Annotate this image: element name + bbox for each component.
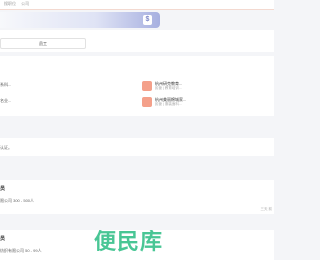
job-posted-time: 三天 前 [260,207,272,211]
job-title[interactable]: 员 [0,185,5,192]
company-card[interactable]: 杭州研克教育... 民营 | 教育培训... [142,81,232,93]
company-left-item[interactable]: 系科... [0,82,11,88]
job-title[interactable]: 员 [0,235,5,242]
nav-link-jobs[interactable]: 搜职位 [4,1,16,6]
filter-panel: 员工 [0,30,274,52]
company-info: 民营 | 教育培训... [155,86,182,90]
company-logo [142,81,152,91]
job-card[interactable]: 员 限公司 300 - 500人 三天 前 [0,180,274,214]
company-card[interactable]: 杭州美丽棉城家... 民营 | 服装面料... [142,97,232,109]
job-company-meta: 限公司 300 - 500人 [0,198,35,203]
nav-link-companies[interactable]: 公司 [21,1,29,6]
site-watermark-logo: 便民库 [94,230,164,255]
verification-note: 认证。 [0,138,274,156]
note-text: 认证。 [0,145,12,150]
company-logo [142,97,152,107]
company-list: 系科... 名业... 杭州研克教育... 民营 | 教育培训... 杭州美丽棉… [0,56,274,116]
top-navigation-bar: 搜职位 公司 [0,0,274,10]
promo-banner[interactable]: $ [0,12,160,28]
job-company-meta: 纺织有限公司 50 - 99人 [0,248,42,253]
company-left-item[interactable]: 名业... [0,98,11,104]
company-info: 民营 | 服装面料... [155,102,182,106]
coin-icon: $ [143,15,152,25]
filter-option-employee[interactable]: 员工 [0,38,86,49]
top-nav: 搜职位 公司 [0,1,33,7]
